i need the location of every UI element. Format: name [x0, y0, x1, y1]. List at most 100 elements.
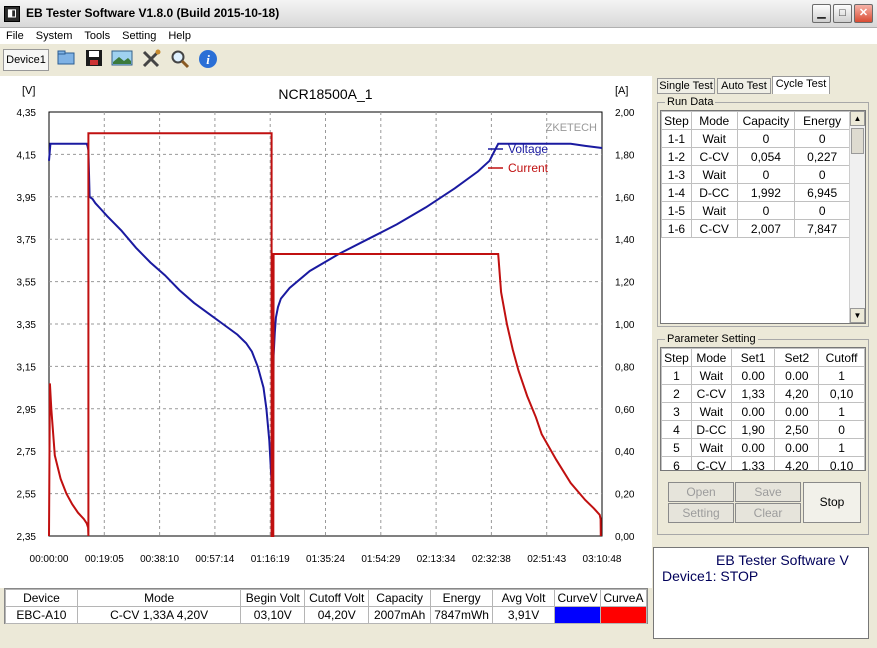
run-data-cell: 0 [736, 129, 796, 148]
curve-a-swatch[interactable] [599, 606, 648, 624]
param-cell: 0 [818, 420, 865, 439]
scroll-thumb[interactable] [851, 128, 864, 154]
device-tab[interactable]: Device1 [3, 49, 49, 71]
run-data-cell: 0 [736, 165, 796, 184]
param-row[interactable]: 2 C-CV 1,33 4,20 0,10 [661, 384, 865, 403]
menu-help[interactable]: Help [162, 28, 197, 42]
run-data-cell: 0 [794, 129, 850, 148]
param-header-cell: Set2 [774, 348, 820, 367]
tab-auto-test[interactable]: Auto Test [717, 78, 771, 94]
x-tick-label: 01:35:24 [306, 554, 345, 565]
run-data-header-cell: Step [661, 111, 692, 130]
voltage-current-chart: 00:00:00 00:19:05 00:38:10 00:57:14 01:16:19… [17, 85, 635, 565]
open-folder-icon[interactable] [54, 49, 78, 71]
picture-icon[interactable] [110, 49, 134, 71]
run-data-cell: C-CV [690, 219, 738, 238]
x-tick-label: 01:16:19 [251, 554, 290, 565]
param-row[interactable]: 5 Wait 0.00 0.00 1 [661, 438, 865, 457]
summary-table: Device Mode Begin Volt Cutoff Volt Capacity E… [4, 588, 648, 624]
close-button[interactable]: ✕ [854, 4, 873, 23]
right-tick-label: 2,00 [615, 108, 635, 119]
right-tick-label: 1,80 [615, 150, 635, 161]
run-data-cell: 0 [794, 201, 850, 220]
summary-cell: EBC-A10 [5, 606, 78, 624]
right-tick-label: 0,40 [615, 447, 635, 458]
param-cell: 1 [818, 366, 865, 385]
run-data-header-cell: Mode [690, 111, 738, 130]
run-data-grid[interactable]: Step Mode Capacity Energy 1-1 Wait 0 0 1-2 C-CV 0,… [660, 110, 866, 324]
save-button[interactable]: Save [735, 482, 801, 502]
run-data-cell: C-CV [690, 147, 738, 166]
svg-text:i: i [206, 52, 210, 67]
left-tick-label: 3,35 [17, 320, 37, 331]
status-software-name: EB Tester Software V [716, 552, 849, 568]
param-cell: 2,50 [774, 420, 820, 439]
menu-system[interactable]: System [30, 28, 79, 42]
menu-tools[interactable]: Tools [78, 28, 116, 42]
window-title: EB Tester Software V1.8.0 (Build 2015-10… [26, 6, 280, 20]
run-data-cell: 1-6 [661, 219, 692, 238]
open-button[interactable]: Open [668, 482, 734, 502]
run-data-row[interactable]: 1-1 Wait 0 0 [661, 129, 850, 148]
summary-header-cell: Energy [430, 589, 494, 607]
scroll-up-icon[interactable]: ▲ [850, 111, 865, 126]
param-cell: C-CV [690, 384, 732, 403]
summary-header-cell: Capacity [368, 589, 432, 607]
summary-cell: 3,91V [492, 606, 555, 624]
run-data-cell: 2,007 [736, 219, 796, 238]
setting-button[interactable]: Setting [668, 503, 734, 523]
param-cell: 0.00 [730, 366, 776, 385]
stop-button[interactable]: Stop [803, 482, 861, 523]
run-data-cell: 1-1 [661, 129, 692, 148]
run-data-cell: 1-2 [661, 147, 692, 166]
param-row[interactable]: 4 D-CC 1,90 2,50 0 [661, 420, 865, 439]
save-icon[interactable] [82, 49, 106, 71]
right-tick-label: 1,40 [615, 235, 635, 246]
zoom-icon[interactable] [168, 49, 192, 71]
run-data-row[interactable]: 1-2 C-CV 0,054 0,227 [661, 147, 850, 166]
menu-setting[interactable]: Setting [116, 28, 162, 42]
summary-header-cell: Mode [76, 589, 242, 607]
param-cell: 0.00 [774, 366, 820, 385]
run-data-cell: 0 [736, 201, 796, 220]
scroll-down-icon[interactable]: ▼ [850, 308, 865, 323]
right-tick-label: 0,80 [615, 362, 635, 373]
param-header-cell: Cutoff [818, 348, 865, 367]
summary-header-cell: CurveA [599, 589, 648, 607]
param-cell: 1,33 [730, 456, 776, 470]
info-icon[interactable]: i [196, 49, 220, 71]
menu-file[interactable]: File [0, 28, 30, 42]
x-tick-label: 00:57:14 [195, 554, 234, 565]
x-tick-label: 02:13:34 [417, 554, 456, 565]
tab-cycle-test[interactable]: Cycle Test [772, 76, 830, 94]
run-data-row[interactable]: 1-5 Wait 0 0 [661, 201, 850, 220]
run-data-row[interactable]: 1-6 C-CV 2,007 7,847 [661, 219, 850, 238]
summary-data-row: EBC-A10 C-CV 1,33A 4,20V 03,10V 04,20V 2007m… [5, 606, 648, 624]
tools-icon[interactable] [140, 49, 164, 71]
run-data-cell: 1-5 [661, 201, 692, 220]
run-data-cell: Wait [690, 165, 738, 184]
param-cell: 1,90 [730, 420, 776, 439]
param-row[interactable]: 3 Wait 0.00 0.00 1 [661, 402, 865, 421]
summary-header-cell: Avg Volt [492, 589, 555, 607]
summary-cell: 7847mWh [430, 606, 494, 624]
run-data-cell: 1-4 [661, 183, 692, 202]
clear-button[interactable]: Clear [735, 503, 801, 523]
chart-watermark: ZKETECH [546, 122, 597, 134]
minimize-button[interactable]: ▁ [812, 4, 831, 23]
param-cell: 4,20 [774, 456, 820, 470]
run-data-row[interactable]: 1-3 Wait 0 0 [661, 165, 850, 184]
run-data-scrollbar[interactable]: ▲ ▼ [849, 111, 865, 323]
param-row[interactable]: 6 C-CV 1,33 4,20 0,10 [661, 456, 865, 470]
right-tick-label: 0,00 [615, 532, 635, 543]
curve-v-swatch[interactable] [553, 606, 601, 624]
param-cell: 1 [818, 438, 865, 457]
run-data-cell: 7,847 [794, 219, 850, 238]
tab-single-test[interactable]: Single Test [657, 78, 715, 94]
run-data-header-cell: Energy [794, 111, 850, 130]
run-data-row[interactable]: 1-4 D-CC 1,992 6,945 [661, 183, 850, 202]
parameter-grid[interactable]: Step Mode Set1 Set2 Cutoff 1 Wait 0.00 0.00 1 2 C-C… [660, 347, 866, 471]
param-row[interactable]: 1 Wait 0.00 0.00 1 [661, 366, 865, 385]
maximize-button[interactable]: □ [833, 4, 852, 23]
summary-cell: C-CV 1,33A 4,20V [76, 606, 242, 624]
